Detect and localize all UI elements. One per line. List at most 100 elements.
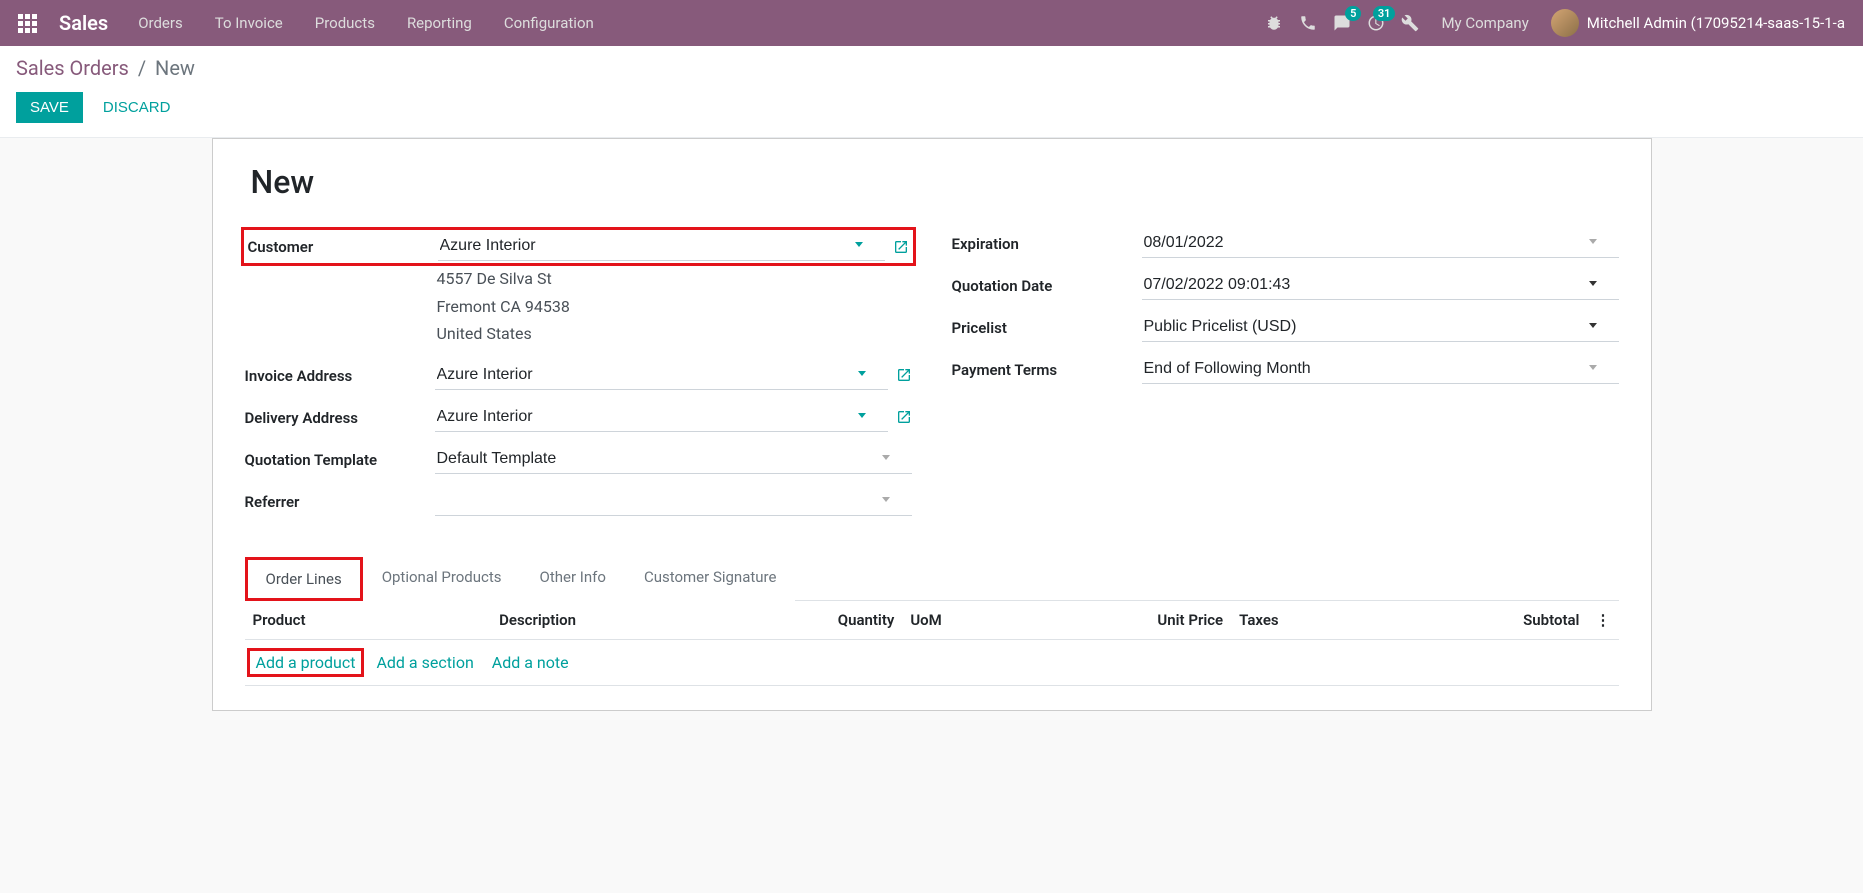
pricelist-field xyxy=(1142,313,1619,342)
breadcrumb-parent[interactable]: Sales Orders xyxy=(16,56,129,80)
breadcrumb-separator: / xyxy=(138,56,146,80)
form-background: New Customer 4557 De Silva St xyxy=(0,138,1863,711)
expiration-field xyxy=(1142,229,1619,258)
form-title: New xyxy=(245,163,1619,201)
user-name: Mitchell Admin (17095214-saas-15-1-a xyxy=(1587,14,1845,32)
th-uom: UoM xyxy=(902,601,1039,640)
order-lines-table-wrap: Product Description Quantity UoM Unit Pr… xyxy=(245,601,1619,686)
quotation-date-field xyxy=(1142,271,1619,300)
external-link-icon[interactable] xyxy=(896,367,912,383)
messages-icon[interactable]: 5 xyxy=(1333,14,1351,32)
referrer-label: Referrer xyxy=(245,487,435,511)
nav-to-invoice[interactable]: To Invoice xyxy=(199,1,299,45)
quotation-template-input[interactable] xyxy=(435,445,912,474)
messages-badge: 5 xyxy=(1345,6,1361,21)
expiration-input[interactable] xyxy=(1142,229,1619,258)
debug-icon[interactable] xyxy=(1265,14,1283,32)
nav-orders[interactable]: Orders xyxy=(122,1,199,45)
address-line3: United States xyxy=(435,321,912,347)
form-columns: Customer 4557 De Silva St Fremont CA 945… xyxy=(245,229,1619,529)
nav-reporting[interactable]: Reporting xyxy=(391,1,488,45)
customer-label: Customer xyxy=(248,232,438,256)
table-add-row: Add a product Add a section Add a note xyxy=(245,639,1619,685)
user-menu[interactable]: Mitchell Admin (17095214-saas-15-1-a xyxy=(1551,9,1845,37)
payment-terms-row: Payment Terms xyxy=(952,355,1619,389)
form-sheet: New Customer 4557 De Silva St xyxy=(212,138,1652,711)
control-panel: Sales Orders / New SAVE DISCARD xyxy=(0,46,1863,138)
form-left-column: Customer 4557 De Silva St Fremont CA 945… xyxy=(245,229,912,529)
breadcrumb: Sales Orders / New xyxy=(16,56,1847,80)
form-right-column: Expiration Quotation Date xyxy=(952,229,1619,529)
quotation-template-row: Quotation Template xyxy=(245,445,912,479)
expiration-row: Expiration xyxy=(952,229,1619,263)
tab-optional-products[interactable]: Optional Products xyxy=(363,557,521,601)
phone-icon[interactable] xyxy=(1299,14,1317,32)
payment-terms-label: Payment Terms xyxy=(952,355,1142,379)
th-quantity: Quantity xyxy=(765,601,902,640)
invoice-address-row: Invoice Address xyxy=(245,361,912,395)
tools-icon[interactable] xyxy=(1401,14,1419,32)
add-section-link[interactable]: Add a section xyxy=(376,653,473,672)
th-product: Product xyxy=(245,601,492,640)
referrer-row: Referrer xyxy=(245,487,912,521)
external-link-icon[interactable] xyxy=(893,239,909,255)
add-product-link[interactable]: Add a product xyxy=(247,648,365,677)
th-unit-price: Unit Price xyxy=(1039,601,1231,640)
tabs: Order Lines Optional Products Other Info… xyxy=(245,557,1619,601)
customer-field xyxy=(438,232,909,261)
th-taxes: Taxes xyxy=(1231,601,1423,640)
expiration-label: Expiration xyxy=(952,229,1142,253)
pricelist-row: Pricelist xyxy=(952,313,1619,347)
tab-order-lines[interactable]: Order Lines xyxy=(245,557,363,601)
nav-products[interactable]: Products xyxy=(299,1,391,45)
quotation-date-row: Quotation Date xyxy=(952,271,1619,305)
invoice-address-field xyxy=(435,361,912,390)
add-links: Add a product Add a section Add a note xyxy=(253,650,1611,675)
top-navbar: Sales Orders To Invoice Products Reporti… xyxy=(0,0,1863,46)
add-note-link[interactable]: Add a note xyxy=(492,653,569,672)
avatar xyxy=(1551,9,1579,37)
referrer-input[interactable] xyxy=(435,487,912,516)
customer-row: Customer xyxy=(241,227,916,266)
th-description: Description xyxy=(491,601,765,640)
breadcrumb-current: New xyxy=(155,56,195,80)
address-line2: Fremont CA 94538 xyxy=(435,294,912,320)
delivery-address-input[interactable] xyxy=(435,403,888,432)
quotation-date-input[interactable] xyxy=(1142,271,1619,300)
apps-icon[interactable] xyxy=(10,6,45,41)
invoice-address-label: Invoice Address xyxy=(245,361,435,385)
action-buttons: SAVE DISCARD xyxy=(16,92,1847,123)
payment-terms-input[interactable] xyxy=(1142,355,1619,384)
customer-input[interactable] xyxy=(438,232,885,261)
delivery-address-label: Delivery Address xyxy=(245,403,435,427)
delivery-address-row: Delivery Address xyxy=(245,403,912,437)
discard-button[interactable]: DISCARD xyxy=(103,99,171,116)
payment-terms-field xyxy=(1142,355,1619,384)
tab-other-info[interactable]: Other Info xyxy=(521,557,625,601)
customer-address: 4557 De Silva St Fremont CA 94538 United… xyxy=(245,266,912,347)
order-lines-table: Product Description Quantity UoM Unit Pr… xyxy=(245,601,1619,685)
invoice-address-input[interactable] xyxy=(435,361,888,390)
th-options[interactable]: ⋮ xyxy=(1587,601,1618,640)
quotation-date-label: Quotation Date xyxy=(952,271,1142,295)
activities-badge: 31 xyxy=(1373,6,1396,21)
pricelist-label: Pricelist xyxy=(952,313,1142,337)
referrer-field xyxy=(435,487,912,516)
th-subtotal: Subtotal xyxy=(1423,601,1588,640)
table-header-row: Product Description Quantity UoM Unit Pr… xyxy=(245,601,1619,640)
delivery-address-field xyxy=(435,403,912,432)
external-link-icon[interactable] xyxy=(896,409,912,425)
app-brand[interactable]: Sales xyxy=(45,11,122,35)
nav-configuration[interactable]: Configuration xyxy=(488,1,610,45)
pricelist-input[interactable] xyxy=(1142,313,1619,342)
save-button[interactable]: SAVE xyxy=(16,92,83,123)
nav-menu: Orders To Invoice Products Reporting Con… xyxy=(122,1,610,45)
navbar-left: Sales Orders To Invoice Products Reporti… xyxy=(10,1,610,45)
address-line1: 4557 De Silva St xyxy=(435,266,912,292)
tab-customer-signature[interactable]: Customer Signature xyxy=(625,557,796,601)
navbar-right: 5 31 My Company Mitchell Admin (17095214… xyxy=(1265,9,1853,37)
activities-icon[interactable]: 31 xyxy=(1367,14,1385,32)
company-selector[interactable]: My Company xyxy=(1435,14,1534,32)
quotation-template-label: Quotation Template xyxy=(245,445,435,469)
quotation-template-field xyxy=(435,445,912,474)
